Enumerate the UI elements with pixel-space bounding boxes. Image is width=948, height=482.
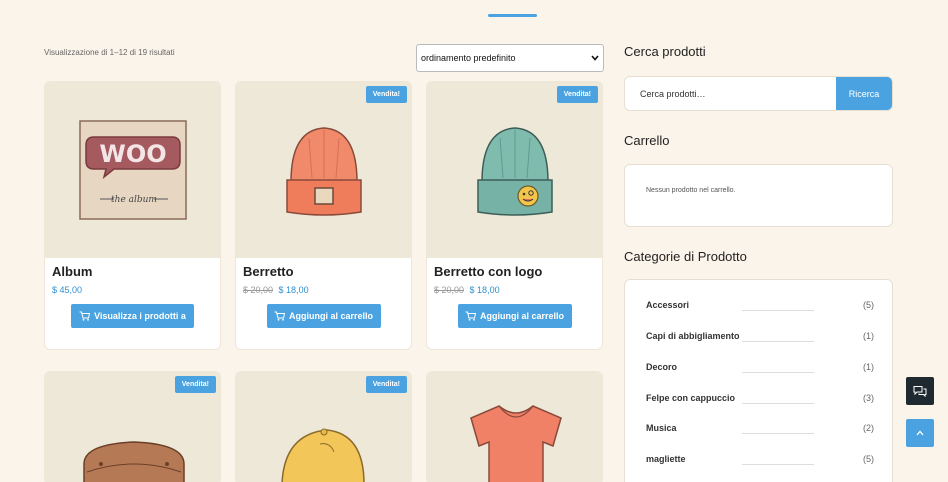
categories-widget: Accessori (5) Capi di abbigliamento (1) …	[624, 279, 893, 482]
category-count: (1)	[863, 362, 874, 372]
button-label: Visualizza i prodotti a	[94, 311, 186, 321]
add-to-cart-button[interactable]: Aggiungi al carrello	[457, 304, 572, 328]
sale-badge: Vendita!	[365, 376, 407, 393]
product-title[interactable]: Album	[52, 264, 220, 279]
category-divider	[742, 403, 814, 404]
product-title[interactable]: Berretto con logo	[434, 264, 602, 279]
chat-button[interactable]	[906, 377, 934, 405]
search-button[interactable]: Ricerca	[836, 77, 892, 110]
product-image[interactable]: Vendita!	[236, 82, 411, 258]
product-card-cap[interactable]: Vendita!	[235, 371, 412, 482]
product-price-old: $ 20,00	[434, 285, 465, 295]
categories-widget-title: Categorie di Prodotto	[624, 249, 747, 264]
category-item[interactable]: Capi di abbigliamento (1)	[646, 331, 874, 345]
sale-badge: Vendita!	[174, 376, 216, 393]
category-name[interactable]: Accessori	[646, 300, 689, 310]
product-price-current: $ 18,00	[469, 285, 500, 295]
svg-text:the album: the album	[111, 195, 157, 205]
category-divider	[742, 310, 814, 311]
cart-icon	[274, 311, 285, 321]
add-to-cart-button[interactable]: Aggiungi al carrello	[266, 304, 381, 328]
button-label: Aggiungi al carrello	[479, 311, 564, 321]
cart-widget: Nessun prodotto nel carrello.	[624, 164, 893, 227]
product-price-old: $ 20,00	[243, 285, 274, 295]
beanie-icon	[285, 127, 362, 216]
belt-icon	[83, 441, 185, 482]
button-label: Aggiungi al carrello	[288, 311, 373, 321]
sort-selected-value: ordinamento predefinito	[421, 53, 516, 63]
category-item[interactable]: Decoro (1)	[646, 362, 874, 376]
cart-icon	[465, 311, 476, 321]
category-item[interactable]: Felpe con cappuccio (3)	[646, 393, 874, 407]
category-count: (1)	[863, 331, 874, 341]
product-card-album[interactable]: WOO the album Album $ 45,00 Visualizza i…	[44, 81, 221, 350]
category-item[interactable]: Accessori (5)	[646, 300, 874, 314]
category-divider	[742, 464, 814, 465]
category-name[interactable]: Felpe con cappuccio	[646, 393, 735, 403]
product-price-current: $ 45,00	[52, 285, 83, 295]
product-price: $ 45,00	[52, 285, 220, 295]
tshirt-icon	[470, 405, 562, 482]
svg-text:WOO: WOO	[99, 140, 166, 168]
category-count: (5)	[863, 454, 874, 464]
category-name[interactable]: Decoro	[646, 362, 677, 372]
cart-widget-title: Carrello	[624, 133, 670, 148]
category-count: (5)	[863, 300, 874, 310]
category-divider	[742, 372, 814, 373]
search-input[interactable]: Cerca prodotti…	[625, 77, 836, 110]
cart-icon	[79, 311, 91, 321]
view-products-button[interactable]: Visualizza i prodotti a	[71, 304, 194, 328]
product-image[interactable]: Vendita!	[427, 82, 602, 258]
category-divider	[742, 341, 814, 342]
scroll-to-top-button[interactable]	[906, 419, 934, 447]
category-name[interactable]: magliette	[646, 454, 686, 464]
category-count: (2)	[863, 423, 874, 433]
product-search-form: Cerca prodotti… Ricerca	[624, 76, 893, 111]
sale-badge: Vendita!	[365, 86, 407, 103]
product-price-current: $ 18,00	[278, 285, 309, 295]
product-price: $ 20,00 $ 18,00	[434, 285, 602, 295]
result-count: Visualizzazione di 1–12 di 19 risultati	[44, 48, 175, 57]
product-card-tshirt[interactable]	[426, 371, 603, 482]
cap-icon	[281, 428, 365, 482]
category-count: (3)	[863, 393, 874, 403]
category-name[interactable]: Capi di abbigliamento	[646, 331, 740, 341]
product-card-berretto[interactable]: Vendita! Berretto $ 20,00 $ 18,00 Aggiun…	[235, 81, 412, 350]
product-title[interactable]: Berretto	[243, 264, 411, 279]
product-image[interactable]	[427, 372, 602, 482]
category-divider	[742, 433, 814, 434]
chat-bubbles-icon	[913, 386, 927, 397]
search-widget-title: Cerca prodotti	[624, 44, 706, 59]
chevron-up-icon	[916, 430, 924, 436]
cart-empty-message: Nessun prodotto nel carrello.	[646, 187, 736, 194]
product-card-belt[interactable]: Vendita!	[44, 371, 221, 482]
sale-badge: Vendita!	[556, 86, 598, 103]
product-image[interactable]: WOO the album	[45, 82, 220, 258]
vinyl-album-icon: WOO the album	[78, 120, 187, 220]
product-image[interactable]: Vendita!	[236, 372, 411, 482]
category-item[interactable]: Musica (2)	[646, 423, 874, 437]
product-price: $ 20,00 $ 18,00	[243, 285, 411, 295]
category-item[interactable]: magliette (5)	[646, 454, 874, 468]
beanie-logo-icon	[476, 127, 553, 216]
sort-select[interactable]: ordinamento predefinito	[416, 44, 604, 72]
category-name[interactable]: Musica	[646, 423, 677, 433]
chevron-down-icon	[591, 53, 599, 63]
product-card-berretto-logo[interactable]: Vendita! Berretto con logo $ 20,00 $ 18,…	[426, 81, 603, 350]
top-accent-bar	[488, 14, 537, 17]
product-image[interactable]: Vendita!	[45, 372, 220, 482]
